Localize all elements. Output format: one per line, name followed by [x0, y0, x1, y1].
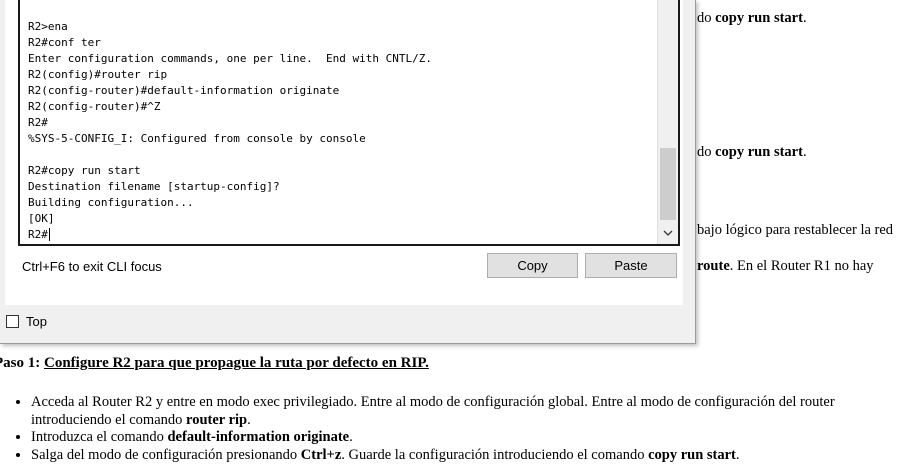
list-item: Salga del modo de configuración presiona… — [31, 447, 913, 465]
cli-output[interactable]: R2>ena R2#conf ter Enter configuration com… — [28, 19, 432, 243]
cli-line: R2>ena — [28, 20, 68, 33]
list-item-command: copy run start — [648, 446, 736, 463]
doc-text: . — [802, 10, 807, 26]
cli-line: Destination filename [startup-config]? — [28, 180, 280, 193]
list-item-text: Salga del modo de configuración presiona… — [31, 446, 301, 463]
top-label: Top — [26, 314, 47, 329]
cli-line: R2# — [28, 116, 48, 129]
chevron-down-icon[interactable] — [658, 224, 678, 242]
cli-line: Building configuration... — [28, 196, 194, 209]
doc-text: . En el Router R1 no hay — [729, 258, 874, 274]
copy-button[interactable]: Copy — [487, 253, 578, 278]
cli-line: R2(config-router)#default-information or… — [28, 84, 340, 97]
list-item-command: router rip — [186, 411, 248, 428]
cli-line: Enter configuration commands, one per li… — [28, 52, 432, 65]
cli-line — [28, 147, 432, 163]
list-item-text: . — [349, 429, 353, 445]
step-prefix: Paso 1: — [0, 355, 41, 371]
list-item-text: Acceda al Router R2 y entre en modo exec… — [31, 394, 835, 428]
terminal-scrollbar[interactable] — [657, 0, 678, 244]
list-item: Acceda al Router R2 y entre en modo exec… — [31, 394, 913, 429]
step-title: Configure R2 para que propague la ruta p… — [44, 355, 429, 371]
scrollbar-thumb[interactable] — [660, 148, 676, 220]
cli-line: [OK] — [28, 212, 55, 225]
doc-command: route — [697, 258, 730, 274]
doc-command: copy run start — [715, 10, 803, 26]
cli-panel: R2>ena R2#conf ter Enter configuration com… — [5, 0, 683, 305]
list-item: Introduzca el comando default-informatio… — [31, 429, 913, 447]
doc-text: do — [697, 10, 716, 26]
cli-line: R2(config-router)#^Z — [28, 100, 161, 113]
cli-terminal[interactable]: R2>ena R2#conf ter Enter configuration com… — [18, 0, 680, 246]
doc-fragment-4: route. En el Router R1 no hay — [697, 258, 874, 275]
paste-button[interactable]: Paste — [585, 253, 677, 278]
list-item-command: Ctrl+z — [300, 446, 342, 463]
list-item-text: Introduzca el comando — [31, 429, 168, 445]
doc-text: do — [697, 144, 716, 160]
doc-command: copy run start — [715, 144, 803, 160]
list-item-text: . — [735, 446, 740, 463]
instruction-list: Acceda al Router R2 y entre en modo exec… — [0, 394, 913, 464]
cli-line: R2#conf ter — [28, 36, 101, 49]
doc-fragment-1: do copy run start. — [697, 10, 807, 27]
list-item-text: . Guarde la configuración introduciendo … — [341, 446, 649, 463]
cli-line: R2#copy run start — [28, 164, 141, 177]
cli-line: R2# — [28, 228, 50, 241]
cli-focus-hint: Ctrl+F6 to exit CLI focus — [22, 259, 162, 274]
cli-dialog: R2>ena R2#conf ter Enter configuration com… — [0, 0, 696, 344]
top-checkbox[interactable] — [6, 315, 19, 328]
text-cursor — [48, 228, 50, 241]
step-heading: Paso 1: Configure R2 para que propague l… — [0, 355, 429, 372]
doc-fragment-3: bajo lógico para restablecer la red — [697, 222, 894, 238]
top-option[interactable]: Top — [6, 314, 47, 329]
cli-line: R2(config)#router rip — [28, 68, 168, 81]
doc-text: . — [802, 144, 807, 160]
list-item-command: default-information originate — [167, 429, 350, 445]
doc-fragment-2: do copy run start. — [697, 144, 807, 161]
list-item-text: . — [247, 411, 251, 428]
cli-line: %SYS-5-CONFIG_I: Configured from console… — [28, 132, 366, 145]
